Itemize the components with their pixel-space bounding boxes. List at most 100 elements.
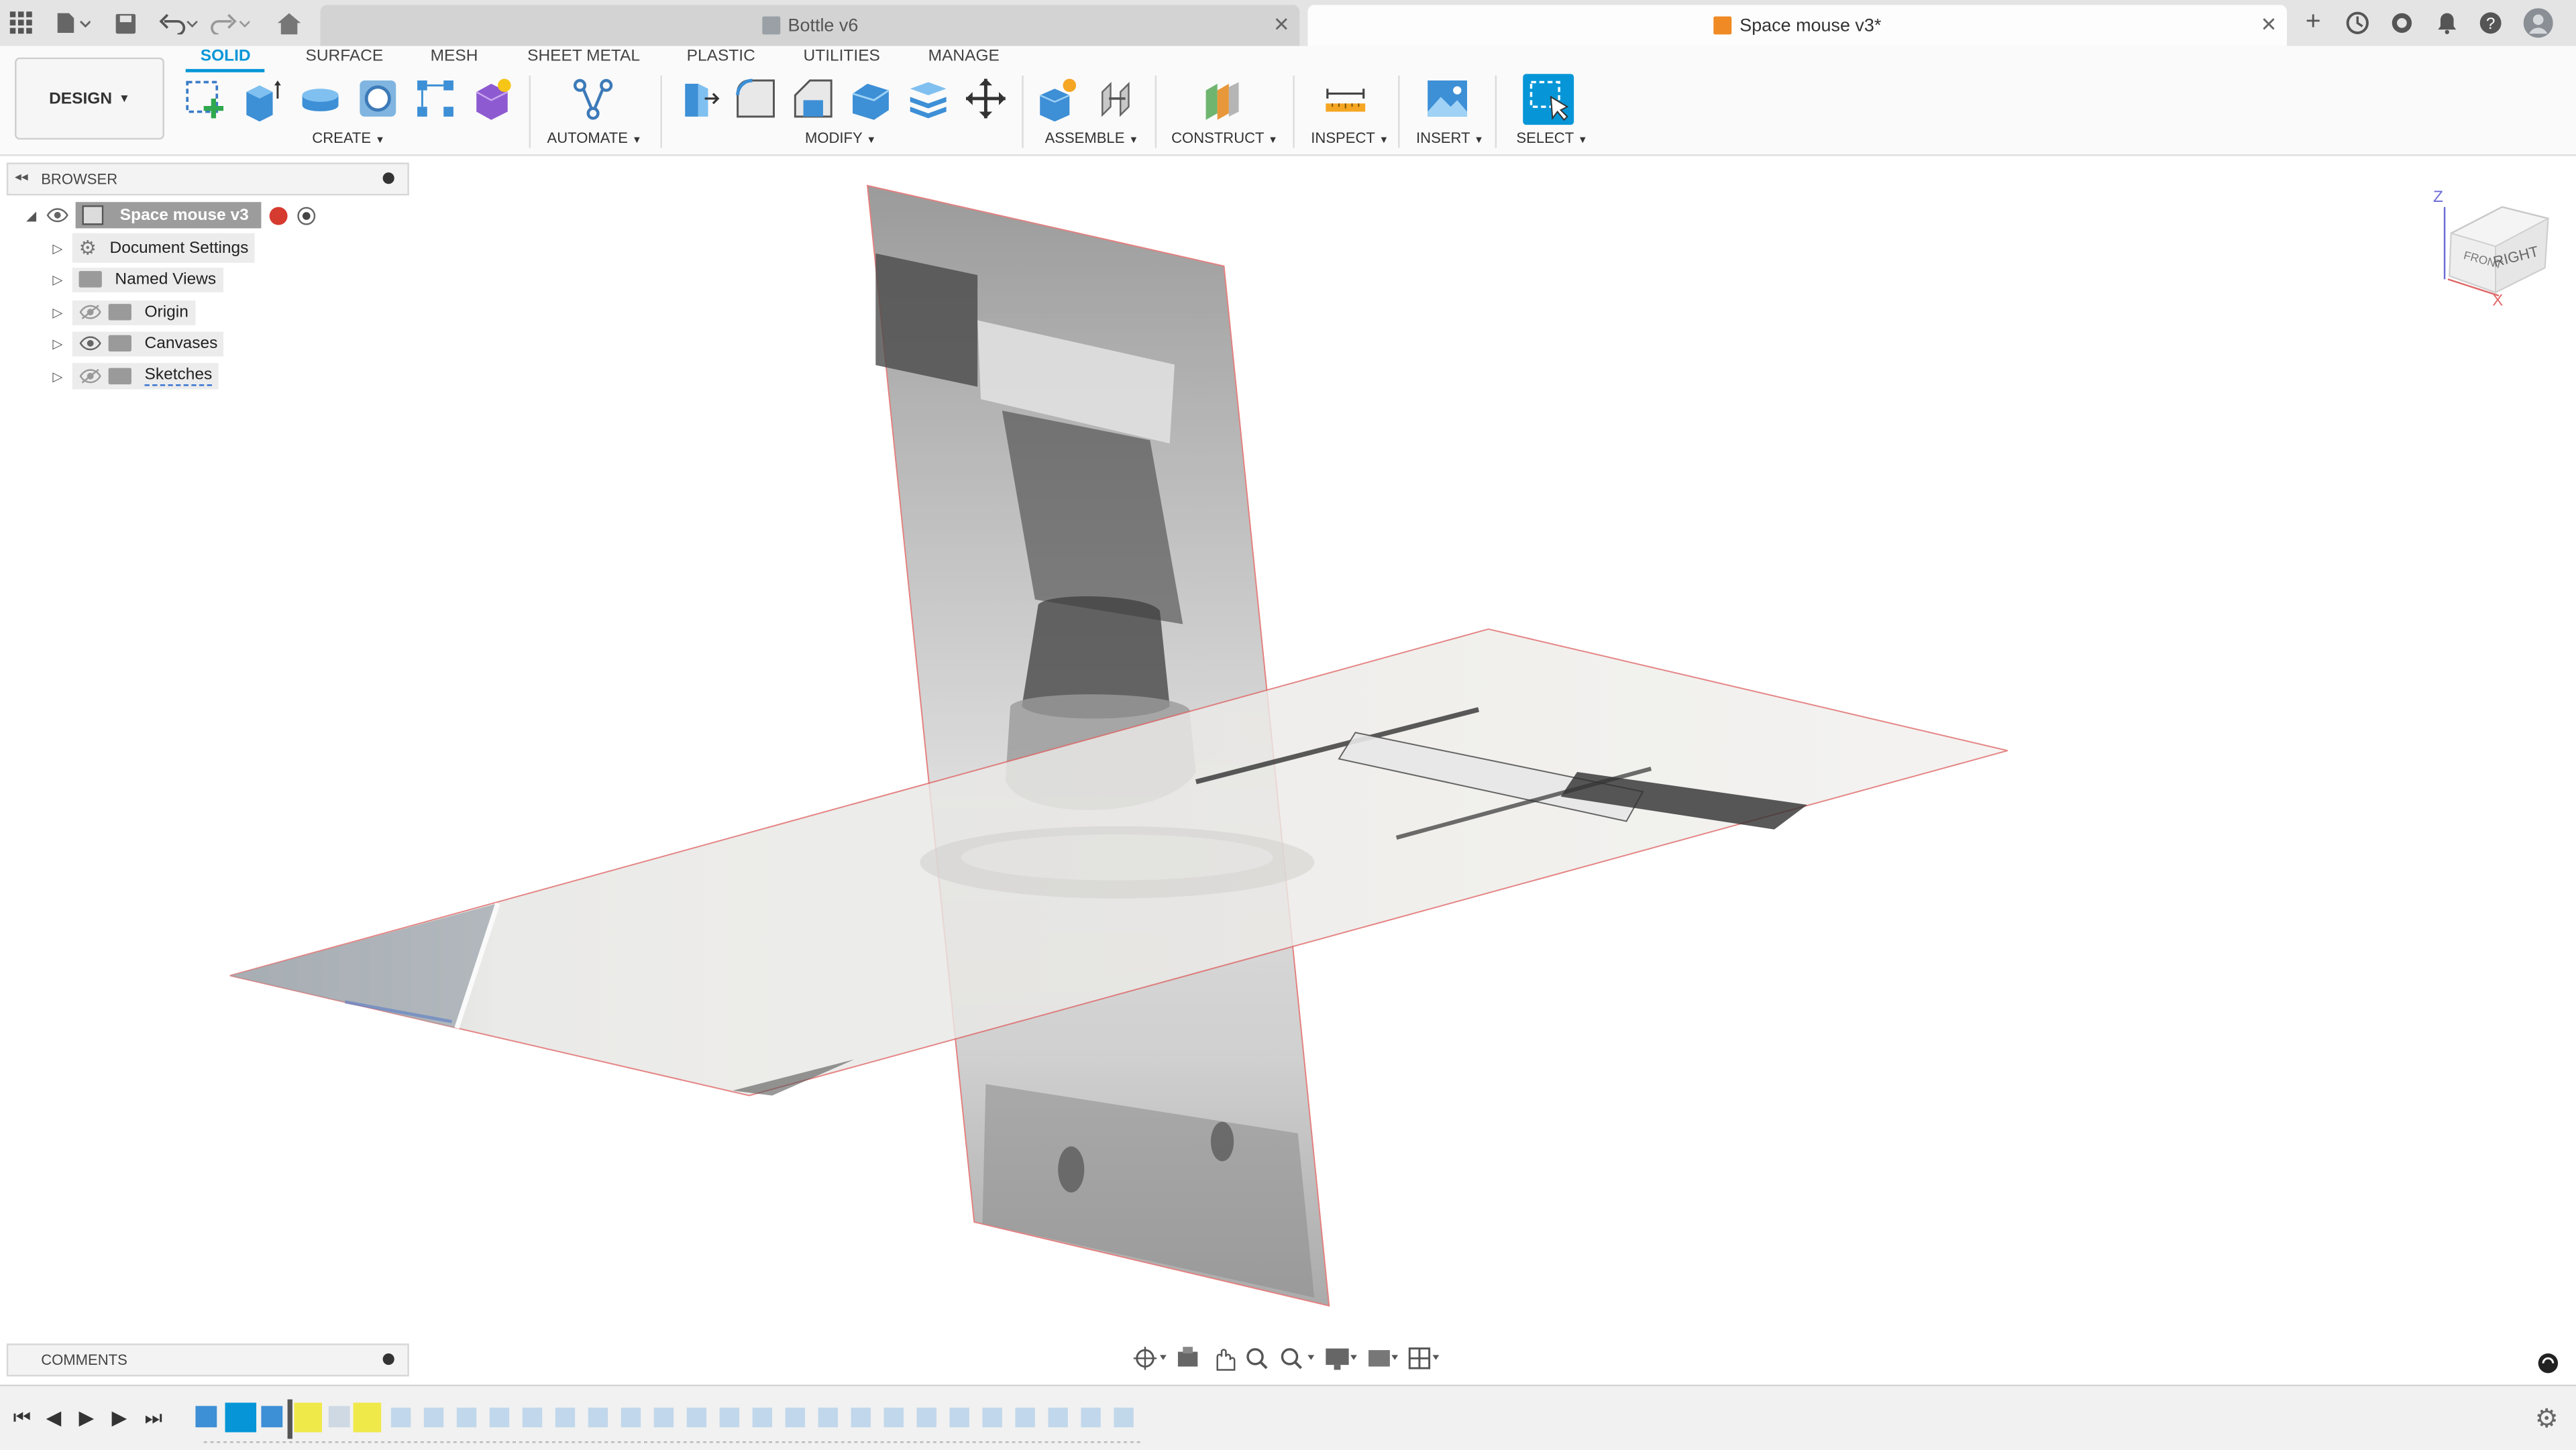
- feature-icon[interactable]: [785, 1407, 806, 1428]
- fillet-icon[interactable]: [733, 76, 779, 122]
- browser-root-row[interactable]: ◢ Space mouse v3: [26, 202, 317, 229]
- canvas-feature-icon[interactable]: [261, 1406, 283, 1428]
- browser-item-sketches[interactable]: ▷ Sketches: [52, 363, 219, 390]
- create-group-label[interactable]: CREATE ▼: [312, 129, 385, 146]
- feature-icon[interactable]: [653, 1407, 674, 1428]
- visibility-eye-icon[interactable]: [46, 207, 69, 223]
- browser-item-origin[interactable]: ▷ Origin: [52, 299, 195, 325]
- feature-icon[interactable]: [456, 1407, 477, 1428]
- tab-sheet-metal[interactable]: SHEET METAL: [527, 48, 640, 66]
- browser-item-document-settings[interactable]: ▷ ⚙ Document Settings: [52, 233, 256, 263]
- play-icon[interactable]: ▶: [79, 1406, 95, 1429]
- feature-icon[interactable]: [818, 1407, 838, 1428]
- tab-utilities[interactable]: UTILITIES: [804, 48, 880, 66]
- feature-icon[interactable]: [621, 1407, 641, 1428]
- comments-panel-header[interactable]: COMMENTS: [6, 1343, 409, 1377]
- step-back-icon[interactable]: ◀: [46, 1406, 62, 1429]
- extrude-icon[interactable]: [240, 76, 286, 122]
- feature-icon[interactable]: [390, 1407, 411, 1428]
- shell-icon[interactable]: [848, 76, 894, 122]
- combine-icon[interactable]: [905, 76, 951, 122]
- redo-icon[interactable]: [209, 8, 252, 38]
- feature-icon[interactable]: [949, 1407, 969, 1428]
- file-menu-icon[interactable]: [52, 8, 92, 38]
- view-cube[interactable]: FRONT RIGHT Z X: [2433, 188, 2549, 310]
- save-icon[interactable]: [110, 8, 140, 38]
- expand-triangle-icon[interactable]: ▷: [52, 336, 72, 351]
- hole-icon[interactable]: [355, 76, 401, 122]
- feature-icon[interactable]: [982, 1407, 1002, 1428]
- panel-pin-icon[interactable]: [382, 172, 394, 184]
- workspace-selector[interactable]: DESIGN ▼: [15, 57, 164, 140]
- timeline-settings-gear-icon[interactable]: ⚙: [2535, 1402, 2559, 1435]
- job-status-icon[interactable]: [2387, 8, 2416, 38]
- viewports-icon[interactable]: [1408, 1347, 1440, 1370]
- tab-plastic[interactable]: PLASTIC: [687, 48, 755, 66]
- feature-icon[interactable]: [1114, 1407, 1134, 1428]
- construct-group-label[interactable]: CONSTRUCT ▼: [1171, 129, 1278, 146]
- home-icon[interactable]: [273, 8, 306, 38]
- zoom-window-icon[interactable]: [1281, 1348, 1315, 1370]
- zoom-icon[interactable]: [1246, 1348, 1268, 1370]
- new-component-icon[interactable]: [1035, 76, 1081, 122]
- canvas-feature-icon[interactable]: [195, 1406, 217, 1428]
- create-form-icon[interactable]: [470, 76, 516, 122]
- feature-icon[interactable]: [1015, 1407, 1035, 1428]
- browser-item-canvases[interactable]: ▷ Canvases: [52, 330, 225, 356]
- tab-solid[interactable]: SOLID: [201, 48, 251, 66]
- undo-icon[interactable]: [158, 8, 201, 38]
- notifications-icon[interactable]: [2432, 8, 2461, 38]
- browser-item-named-views[interactable]: ▷ Named Views: [52, 266, 223, 292]
- modify-group-label[interactable]: MODIFY ▼: [805, 129, 876, 146]
- expand-triangle-icon[interactable]: ▷: [52, 272, 72, 286]
- visibility-eye-icon[interactable]: [79, 335, 102, 351]
- expand-triangle-icon[interactable]: ▷: [52, 241, 72, 256]
- tab-surface[interactable]: SURFACE: [306, 48, 384, 66]
- tab-space-mouse[interactable]: Space mouse v3* ✕: [1307, 5, 2288, 46]
- feature-icon[interactable]: [686, 1407, 707, 1428]
- active-radio-icon[interactable]: [298, 206, 317, 225]
- go-to-start-icon[interactable]: ⏮: [13, 1406, 31, 1431]
- hidden-eye-icon[interactable]: [79, 304, 102, 320]
- close-icon[interactable]: ✕: [1273, 13, 1290, 36]
- expand-triangle-icon[interactable]: ▷: [52, 304, 72, 319]
- feature-icon[interactable]: [423, 1407, 444, 1428]
- insert-group-label[interactable]: INSERT ▼: [1416, 129, 1484, 146]
- go-to-end-icon[interactable]: ⏭: [145, 1406, 162, 1431]
- close-icon[interactable]: ✕: [2261, 13, 2277, 36]
- feature-icon[interactable]: [851, 1407, 871, 1428]
- measure-icon[interactable]: [1322, 76, 1368, 122]
- canvas-viewport[interactable]: FRONT RIGHT Z X: [0, 154, 2576, 1384]
- collapse-triangle-icon[interactable]: ◢: [26, 208, 46, 223]
- feature-icon[interactable]: [1081, 1407, 1101, 1428]
- grid-snaps-icon[interactable]: [1368, 1350, 1399, 1367]
- app-grid-icon[interactable]: [7, 8, 36, 38]
- joint-icon[interactable]: [1094, 76, 1140, 122]
- feature-icon[interactable]: [555, 1407, 576, 1428]
- user-avatar-icon[interactable]: [2523, 8, 2553, 38]
- look-at-icon[interactable]: [1177, 1347, 1198, 1367]
- browser-panel-header[interactable]: ◂◂ BROWSER: [6, 162, 409, 196]
- assemble-group-label[interactable]: ASSEMBLE ▼: [1045, 129, 1139, 146]
- pan-icon[interactable]: [1216, 1349, 1236, 1371]
- select-group-label[interactable]: SELECT ▼: [1516, 129, 1587, 146]
- feature-icon[interactable]: [752, 1407, 773, 1428]
- error-badge-icon[interactable]: [270, 206, 288, 225]
- tab-mesh[interactable]: MESH: [431, 48, 478, 66]
- press-pull-icon[interactable]: [676, 76, 722, 122]
- feature-icon[interactable]: [489, 1407, 510, 1428]
- panel-add-icon[interactable]: [382, 1353, 394, 1365]
- expand-triangle-icon[interactable]: ▷: [52, 369, 72, 384]
- sketch-feature-icon[interactable]: [294, 1402, 323, 1433]
- pattern-icon[interactable]: [413, 76, 459, 122]
- inspect-group-label[interactable]: INSPECT ▼: [1311, 129, 1389, 146]
- sketch-feature-icon[interactable]: [353, 1402, 382, 1433]
- collapse-panel-icon[interactable]: ◂◂: [15, 169, 28, 184]
- browser-root-item[interactable]: Space mouse v3: [75, 202, 262, 229]
- step-forward-icon[interactable]: ▶: [112, 1406, 127, 1429]
- feature-icon[interactable]: [328, 1406, 350, 1428]
- select-icon[interactable]: [1523, 74, 1574, 125]
- create-sketch-icon[interactable]: [182, 76, 229, 122]
- viewport-status-icon[interactable]: [2538, 1353, 2559, 1374]
- timeline-features[interactable]: [191, 1399, 1160, 1446]
